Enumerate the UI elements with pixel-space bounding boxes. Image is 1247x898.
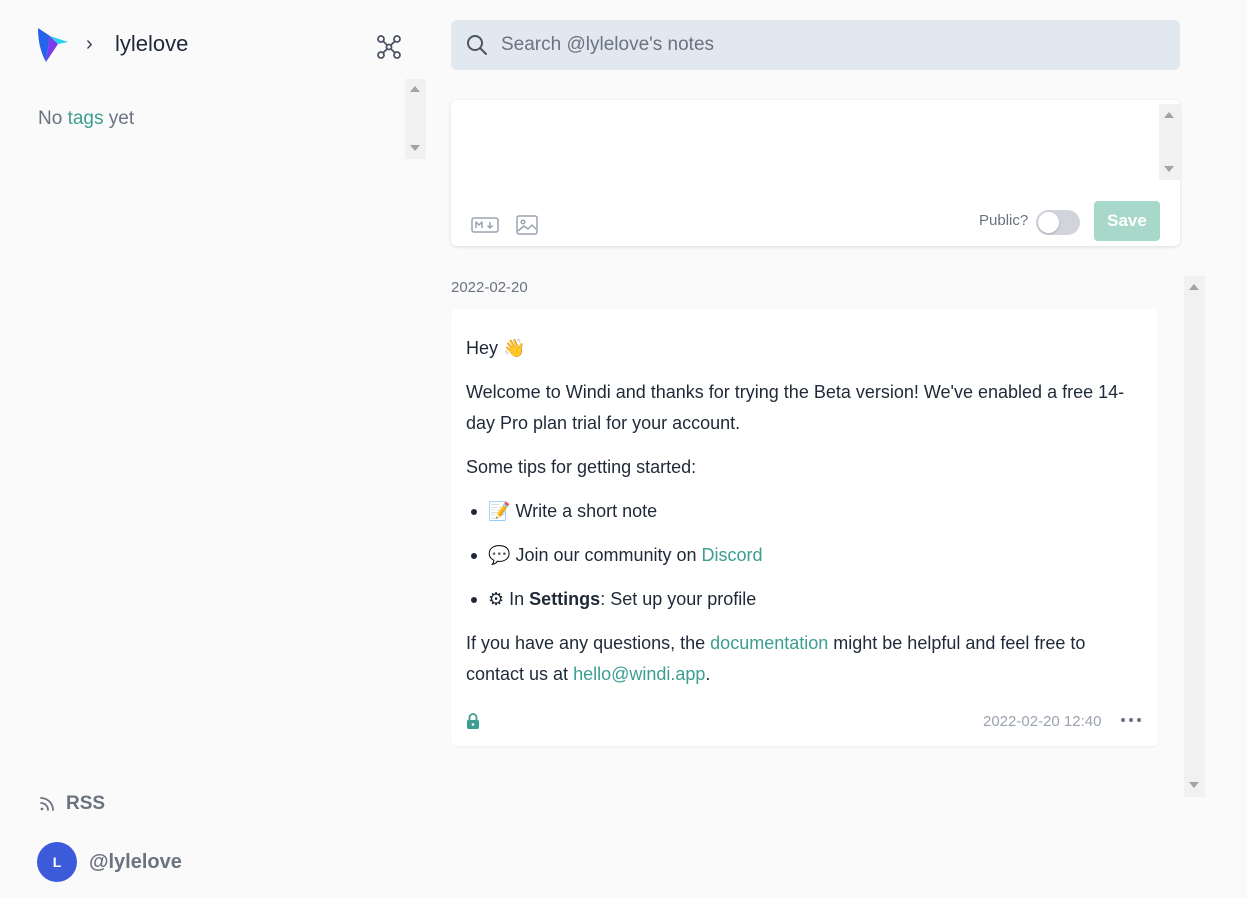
search-bar [451,20,1180,70]
tags-prefix: No [38,108,68,129]
note-timestamp: 2022-02-20 12:40 [983,713,1102,730]
questions-end: . [705,664,711,684]
list-item: ⚙ In Settings: Set up your profile [466,584,1146,615]
questions-text: If you have any questions, the [466,633,711,653]
speech-bubble-icon: 💬 [488,545,511,566]
tips-list: 📝 Write a short note 💬 Join our communit… [466,496,1146,615]
list-item: 📝 Write a short note [466,496,1146,527]
lock-icon[interactable] [466,713,480,729]
tags-link[interactable]: tags [68,108,104,129]
greeting-text: Hey [466,338,499,358]
scroll-down-arrow-icon[interactable] [1189,782,1199,788]
rss-label: RSS [66,793,106,814]
search-icon [467,35,487,55]
discord-link[interactable]: Discord [702,545,763,565]
toggle-knob [1038,212,1059,233]
sidebar: › lylelove No tags yet RSS L @lylelove [0,0,430,898]
image-icon[interactable] [515,213,539,237]
date-heading: 2022-02-20 [451,279,528,296]
memo-icon: 📝 [488,501,511,522]
public-label: Public? [979,212,1029,229]
documentation-link[interactable]: documentation [710,633,828,653]
account-handle: @lylelove [89,850,182,873]
search-input[interactable] [501,34,1141,56]
tip-text: In [509,589,530,609]
scroll-up-arrow-icon[interactable] [410,86,420,92]
save-button[interactable]: Save [1094,201,1160,241]
settings-bold: Settings [529,589,601,609]
public-toggle[interactable] [1036,210,1080,235]
tip-text: Join our community on [515,545,702,565]
note-welcome: Welcome to Windi and thanks for trying t… [466,382,1125,433]
tags-scrollbar[interactable] [405,79,426,159]
scroll-up-arrow-icon[interactable] [1164,112,1174,118]
windi-logo-icon[interactable] [36,24,70,64]
page-title[interactable]: lylelove [115,31,188,57]
rss-icon [40,797,54,811]
waving-hand-icon: 👋 [503,338,526,359]
feed-scrollbar[interactable] [1184,276,1205,797]
tip-text: Write a short note [515,501,658,521]
markdown-icon[interactable] [471,214,499,236]
note-tips-heading: Some tips for getting started: [466,457,697,477]
rss-link[interactable]: RSS [38,793,105,815]
note-card: Hey 👋 Welcome to Windi and thanks for tr… [451,309,1158,746]
scroll-down-arrow-icon[interactable] [1164,166,1174,172]
note-content: Hey 👋 Welcome to Windi and thanks for tr… [466,333,1146,703]
note-greeting: Hey 👋 [466,333,1146,364]
note-questions: If you have any questions, the documenta… [466,628,1146,690]
note-composer: Public? Save [451,100,1180,246]
account-menu[interactable]: L @lylelove [37,842,182,882]
graph-view-icon[interactable] [376,34,402,60]
email-link[interactable]: hello@windi.app [573,664,705,684]
more-horizontal-icon[interactable] [1120,715,1142,725]
tip-text: : Set up your profile [600,589,757,609]
note-editor[interactable] [451,100,1159,180]
list-item: 💬 Join our community on Discord [466,540,1146,571]
tags-empty-message: No tags yet [38,108,134,130]
breadcrumb-chevron-icon: › [86,33,93,55]
gear-icon: ⚙ [488,589,505,610]
scroll-up-arrow-icon[interactable] [1189,284,1199,290]
editor-scrollbar[interactable] [1159,104,1180,180]
avatar[interactable]: L [37,842,77,882]
scroll-down-arrow-icon[interactable] [410,145,420,151]
tags-suffix: yet [103,108,135,129]
